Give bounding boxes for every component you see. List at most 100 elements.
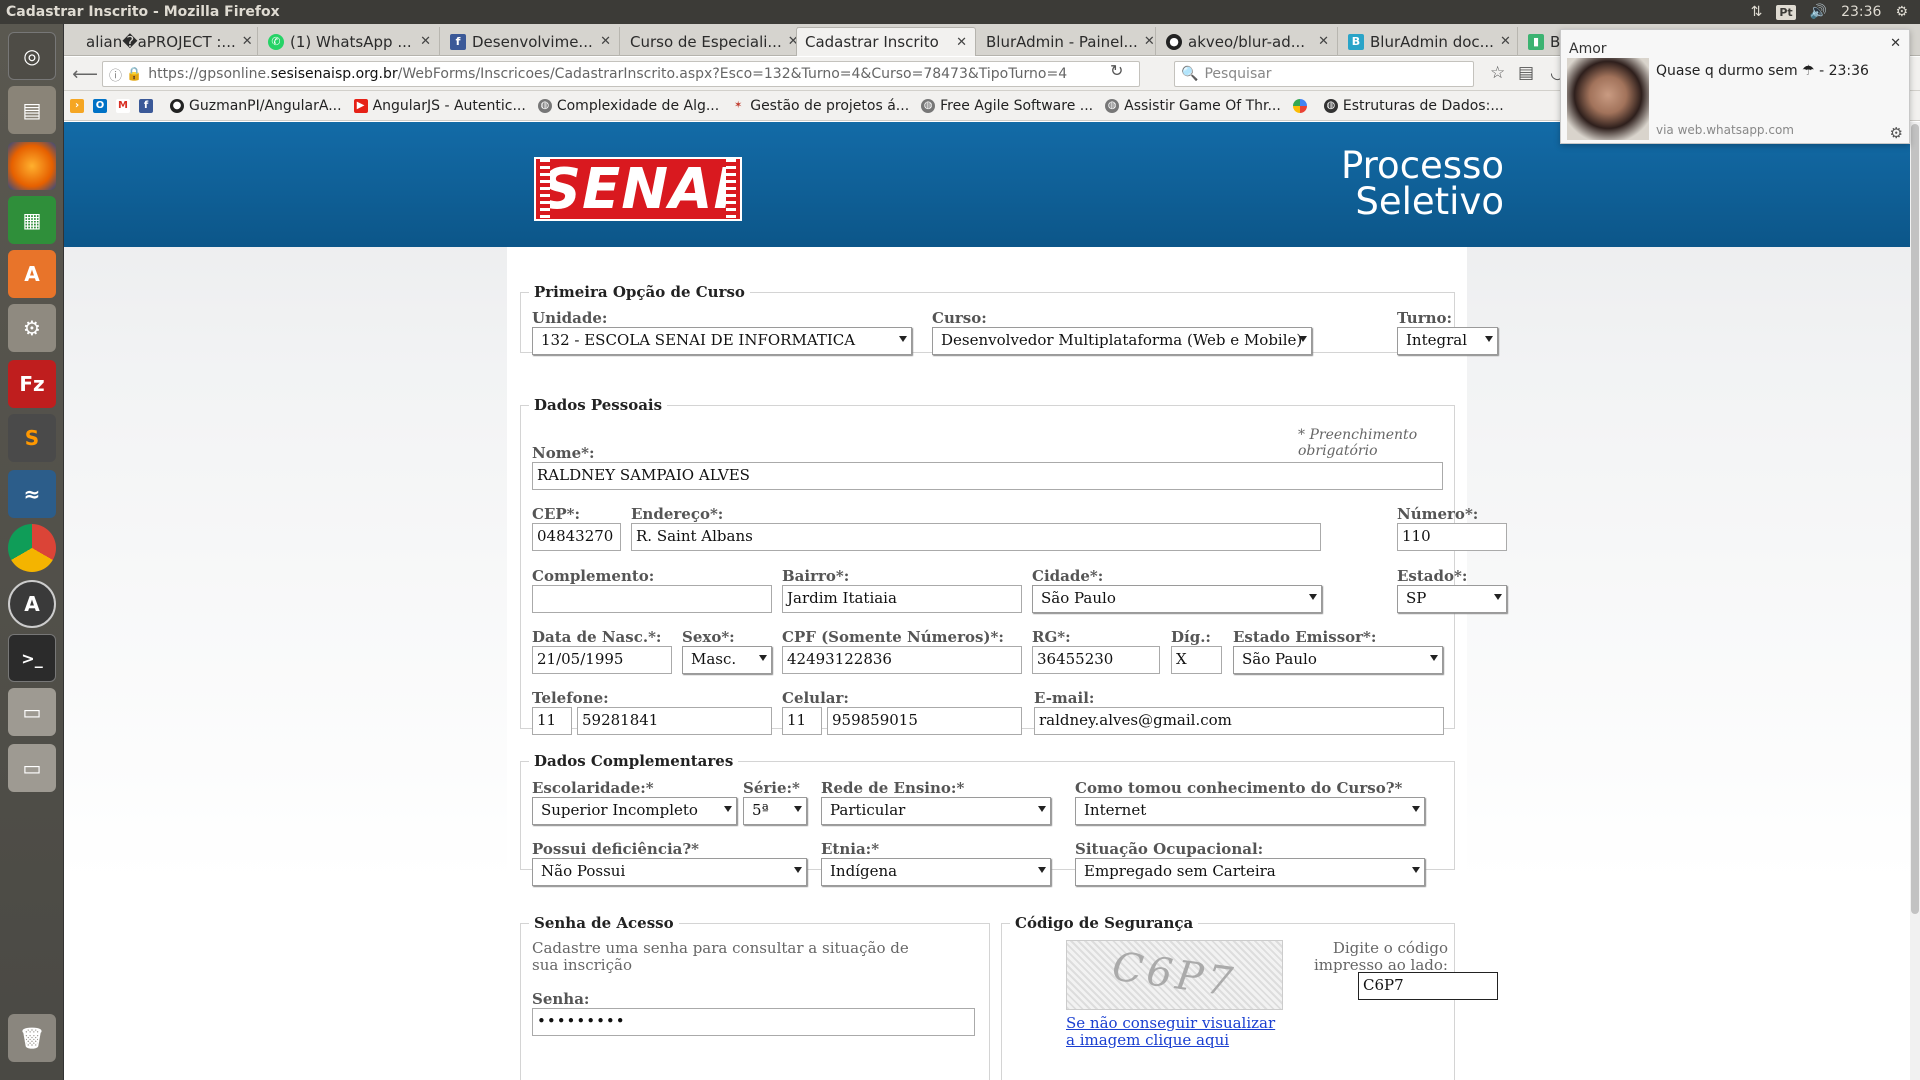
tab-bluradmin-painel[interactable]: BlurAdmin - Painel... ✕ (978, 27, 1156, 56)
digito-input[interactable]: X (1171, 646, 1222, 674)
back-arrow-icon[interactable]: ⟵ (72, 61, 98, 87)
trash-icon[interactable]: 🗑 (8, 1014, 56, 1062)
dropdown-arrow-icon (1485, 336, 1493, 342)
network-icon[interactable]: ⇅ (1751, 4, 1763, 20)
url-bar[interactable]: ⓘ 🔒 https://gpsonline. sesisenaisp.org.br… (102, 61, 1140, 87)
label-estado: Estado*: (1397, 567, 1468, 585)
sexo-select[interactable]: Masc. (682, 646, 772, 674)
email-input[interactable]: raldney.alves@gmail.com (1034, 707, 1444, 735)
bookmark-feed[interactable]: › (70, 98, 89, 113)
cep-input[interactable]: 04843270 (532, 523, 621, 551)
cidade-select[interactable]: São Paulo (1032, 585, 1322, 613)
close-icon[interactable]: ✕ (1494, 34, 1511, 49)
firefox-icon[interactable] (8, 142, 56, 190)
form-container: Primeira Opção de Curso Unidade: 132 - E… (507, 247, 1507, 1080)
tab-label: BlurAdmin doc... (1370, 32, 1494, 51)
bookmark-estruturas-dados[interactable]: ◍ Estruturas de Dados:... (1323, 98, 1504, 114)
dropdown-arrow-icon (1494, 594, 1502, 600)
curso-select[interactable]: Desenvolvedor Multiplataforma (Web e Mob… (932, 327, 1312, 355)
escolaridade-select[interactable]: Superior Incompleto (532, 797, 737, 825)
volume-icon[interactable]: 🔊 (1810, 4, 1827, 20)
close-icon[interactable]: ✕ (1138, 34, 1155, 49)
bookmark-google[interactable] (1292, 98, 1312, 113)
close-icon[interactable]: ✕ (950, 35, 967, 50)
ubuntu-dash-icon[interactable]: ◎ (8, 32, 56, 80)
senha-input[interactable]: ••••••••• (532, 1008, 975, 1036)
disk-drive-icon[interactable]: ▭ (8, 688, 56, 736)
turno-select[interactable]: Integral (1397, 327, 1498, 355)
software-center-icon[interactable]: A (8, 250, 56, 298)
estado-select[interactable]: SP (1397, 585, 1507, 613)
tab-whatsapp[interactable]: ✆ (1) WhatsApp ... ✕ (260, 27, 440, 56)
system-settings-icon[interactable]: ⚙ (8, 304, 56, 352)
close-icon[interactable]: ✕ (594, 34, 611, 49)
bookmark-outlook[interactable]: O (93, 98, 112, 113)
bookmark-facebook[interactable]: f (139, 98, 158, 113)
label-sexo: Sexo*: (682, 628, 735, 646)
deficiencia-select[interactable]: Não Possui (532, 858, 807, 886)
bookmark-free-agile[interactable]: ◍ Free Agile Software ... (921, 98, 1093, 114)
terminal-icon[interactable]: >_ (8, 634, 56, 682)
celular-ddd-input[interactable]: 11 (782, 707, 822, 735)
situacao-ocupacional-select[interactable]: Empregado sem Carteira (1075, 858, 1425, 886)
reading-list-icon[interactable]: ▤ (1518, 63, 1534, 83)
bairro-input[interactable]: Jardim Itatiaia (782, 585, 1022, 613)
cpf-input[interactable]: 42493122836 (782, 646, 1022, 674)
dropdown-arrow-icon (724, 806, 732, 812)
disk-drive-icon[interactable]: ▭ (8, 744, 56, 792)
dropdown-arrow-icon (1412, 806, 1420, 812)
clock[interactable]: 23:36 (1841, 4, 1881, 20)
bookmark-star-icon[interactable]: ☆ (1490, 63, 1505, 83)
captcha-reload-link[interactable]: Se não conseguir visualizar a imagem cli… (1066, 1015, 1286, 1049)
serie-select[interactable]: 5ª (743, 797, 807, 825)
data-nascimento-input[interactable]: 21/05/1995 (532, 646, 672, 674)
close-icon[interactable]: ✕ (236, 34, 253, 49)
bookmark-gestao-projetos[interactable]: ✶ Gestão de projetos á... (731, 98, 909, 114)
estado-emissor-select[interactable]: São Paulo (1233, 646, 1443, 674)
estado-emissor-value: São Paulo (1242, 650, 1317, 668)
bookmark-gmail[interactable]: M (116, 98, 135, 113)
bookmark-guzmanpi[interactable]: ● GuzmanPI/AngularA... (170, 98, 342, 114)
complemento-input[interactable] (532, 585, 772, 613)
keyboard-layout-indicator[interactable]: Pt (1776, 4, 1796, 20)
tab-aliancaproject[interactable]: alian�aPROJECT :... ✕ (78, 27, 258, 56)
bookmark-game-of-thrones[interactable]: ◍ Assistir Game Of Thr... (1105, 98, 1281, 114)
reload-icon[interactable]: ↻ (1110, 61, 1123, 80)
gear-icon[interactable]: ⚙ (1890, 124, 1903, 142)
whatsapp-notification[interactable]: Amor ✕ Quase q durmo sem ☂ - 23:36 via w… (1560, 29, 1910, 144)
unidade-select[interactable]: 132 - ESCOLA SENAI DE INFORMATICA (532, 327, 912, 355)
settings-gear-icon[interactable]: ⚙ (1895, 4, 1908, 20)
tab-bluradmin-docs[interactable]: B BlurAdmin doc... ✕ (1340, 27, 1518, 56)
chrome-icon[interactable] (8, 524, 56, 572)
sublime-text-icon[interactable]: S (8, 414, 56, 462)
numero-input[interactable]: 110 (1397, 523, 1507, 551)
celular-input[interactable]: 959859015 (827, 707, 1022, 735)
bookmark-complexidade[interactable]: ◍ Complexidade de Alg... (537, 98, 719, 114)
nome-input[interactable]: RALDNEY SAMPAIO ALVES (532, 462, 1443, 490)
close-icon[interactable]: ✕ (1890, 36, 1901, 51)
endereco-input[interactable]: R. Saint Albans (631, 523, 1321, 551)
close-icon[interactable]: ✕ (414, 34, 431, 49)
info-icon[interactable]: ⓘ (103, 65, 126, 84)
rede-ensino-select[interactable]: Particular (821, 797, 1051, 825)
conhecimento-curso-select[interactable]: Internet (1075, 797, 1425, 825)
filezilla-icon[interactable]: Fz (8, 360, 56, 408)
rg-input[interactable]: 36455230 (1032, 646, 1160, 674)
telefone-input[interactable]: 59281841 (577, 707, 772, 735)
close-icon[interactable]: ✕ (1312, 34, 1329, 49)
codigo-seguranca-input[interactable]: C6P7 (1358, 972, 1498, 1000)
libreoffice-calc-icon[interactable]: ▦ (8, 196, 56, 244)
files-icon[interactable]: ▤ (8, 86, 56, 134)
bookmark-angularjs[interactable]: ▶ AngularJS - Autentic... (353, 98, 526, 114)
page-scrollbar[interactable] (1910, 122, 1920, 1080)
software-updater-icon[interactable]: A (8, 580, 56, 628)
etnia-select[interactable]: Indígena (821, 858, 1051, 886)
tab-cadastrar-inscrito[interactable]: Cadastrar Inscrito ✕ (796, 27, 976, 56)
tab-desenvolvimento[interactable]: f Desenvolvime... ✕ (442, 27, 620, 56)
tab-curso-especializacao[interactable]: Curso de Especiali... ✕ (622, 27, 798, 56)
search-bar[interactable]: 🔍 Pesquisar (1174, 61, 1474, 87)
mysql-workbench-icon[interactable]: ≈ (8, 470, 56, 518)
tab-akveo-blur-admin[interactable]: ● akveo/blur-ad... ✕ (1158, 27, 1338, 56)
telefone-ddd-input[interactable]: 11 (532, 707, 572, 735)
scrollbar-thumb[interactable] (1911, 124, 1919, 914)
